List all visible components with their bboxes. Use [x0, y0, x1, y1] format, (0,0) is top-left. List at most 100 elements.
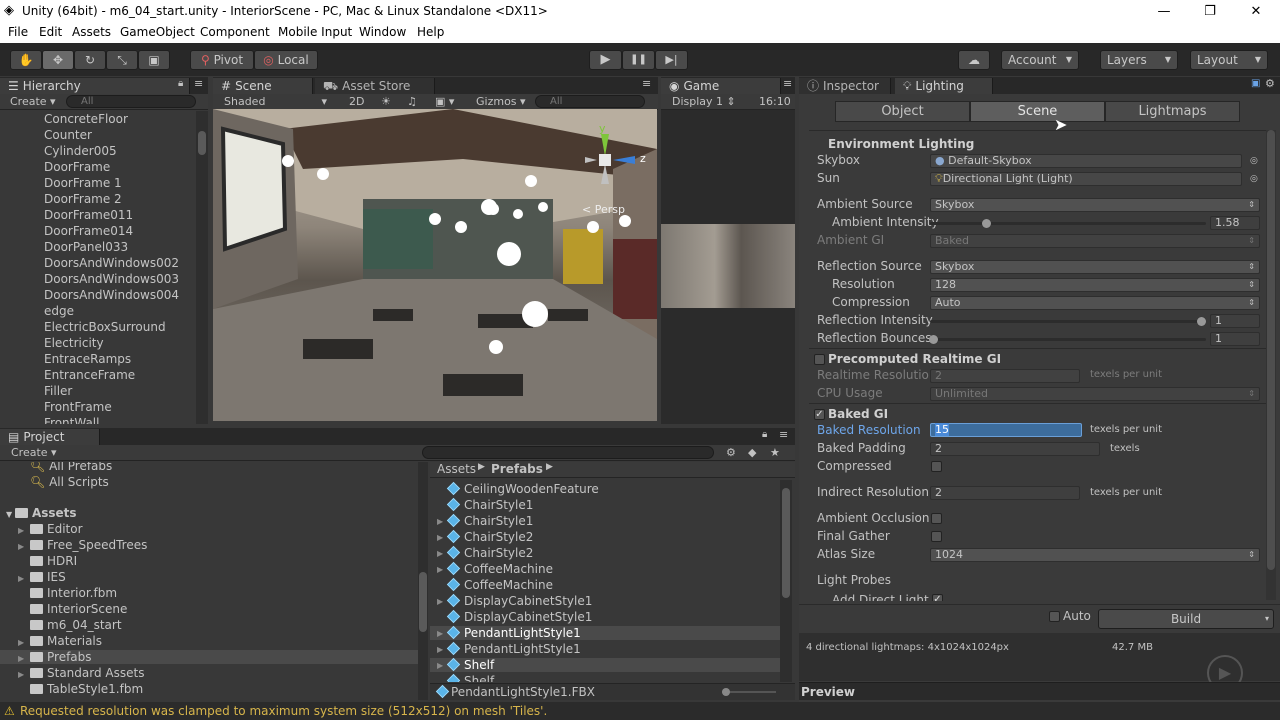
tree-item[interactable]: HDRI [18, 554, 77, 568]
tab-inspector[interactable]: ⓘ Inspector [799, 78, 891, 94]
menu-mobile-input[interactable]: Mobile Input [278, 25, 352, 39]
tab-hierarchy[interactable]: ☰ Hierarchy [0, 78, 190, 94]
menu-assets[interactable]: Assets [72, 25, 111, 39]
file-item[interactable]: ▶ PendantLightStyle1 [430, 625, 780, 640]
baked-gi-checkbox[interactable]: ✓ [814, 409, 825, 420]
collapsed-arrow-icon[interactable]: ▶ [437, 645, 443, 654]
collapsed-arrow-icon[interactable]: ▶ [437, 629, 443, 638]
baked-padding-input[interactable]: 2 [930, 442, 1100, 456]
sun-field[interactable]: 💡︎Directional Light (Light) [930, 172, 1242, 186]
tree-assets-root[interactable]: ▼ Assets [6, 506, 77, 520]
hierarchy-item[interactable]: FrontWall [44, 416, 99, 424]
hierarchy-item[interactable]: ElectricBoxSurround [44, 320, 166, 334]
hierarchy-item[interactable]: DoorsAndWindows002 [44, 256, 179, 270]
book-icon[interactable]: ▣ [1251, 78, 1260, 89]
skybox-field[interactable]: ● Default-Skybox [930, 154, 1242, 168]
ambient-source-dropdown[interactable]: Skybox ⇕ [930, 198, 1260, 212]
reflection-bounces-thumb[interactable] [929, 335, 938, 344]
menu-component[interactable]: Component [200, 25, 270, 39]
settings-gear-icon[interactable]: ⚙ [1265, 77, 1275, 90]
close-button[interactable]: ✕ [1233, 0, 1279, 23]
object-picker-icon[interactable]: ◎ [1250, 156, 1258, 166]
hierarchy-item[interactable]: DoorPanel033 [44, 240, 128, 254]
layout-dropdown[interactable]: Layout ▼ [1190, 50, 1268, 70]
lock-icon[interactable]: 🔒︎ [178, 78, 183, 89]
ambient-intensity-input[interactable]: 1.58 [1210, 216, 1260, 230]
reflection-bounces-slider[interactable] [930, 338, 1206, 341]
tab-asset-store[interactable]: ⛟ Asset Store [315, 78, 435, 94]
scrollbar-thumb[interactable] [198, 131, 206, 155]
tree-item[interactable]: TableStyle1.fbm [18, 682, 143, 696]
collapsed-arrow-icon[interactable]: ▶ [437, 597, 443, 606]
seg-scene-button[interactable]: Scene [970, 101, 1105, 122]
local-toggle[interactable]: ◎ Local [254, 50, 318, 70]
file-item[interactable]: DisplayCabinetStyle1 [430, 609, 780, 624]
filter-label-icon[interactable]: ◆ [748, 446, 756, 459]
rotate-tool-button[interactable]: ↻ [74, 50, 106, 70]
project-search-input[interactable] [422, 446, 714, 459]
icon-size-slider-thumb[interactable] [722, 688, 730, 696]
scrollbar-thumb[interactable] [782, 488, 790, 598]
audio-toggle[interactable]: ♫ [407, 95, 417, 108]
hierarchy-item[interactable]: EntranceFrame [44, 368, 135, 382]
scene-viewport[interactable]: y z < Persp [213, 109, 657, 421]
effects-dropdown[interactable]: ▣ ▾ [435, 95, 454, 108]
step-button[interactable]: ▶| [655, 50, 688, 70]
tree-item[interactable]: m6_04_start [18, 618, 122, 632]
compressed-checkbox[interactable] [931, 461, 942, 472]
build-button[interactable]: Build ▾ [1098, 609, 1274, 629]
breadcrumb-assets[interactable]: Assets [437, 462, 476, 476]
move-tool-button[interactable]: ✥ [42, 50, 74, 70]
seg-object-button[interactable]: Object [835, 101, 970, 122]
file-item[interactable]: ▶ PendantLightStyle1 [430, 641, 780, 656]
hierarchy-item[interactable]: ConcreteFloor [44, 112, 128, 126]
final-gather-checkbox[interactable] [931, 531, 942, 542]
cloud-button[interactable]: ☁ [958, 50, 990, 70]
file-item[interactable]: ▶ ChairStyle2 [430, 545, 780, 560]
precomputed-gi-checkbox[interactable] [814, 354, 825, 365]
filter-type-icon[interactable]: ⚙ [726, 446, 736, 459]
pivot-toggle[interactable]: ⚲ Pivot [190, 50, 254, 70]
add-direct-light-checkbox[interactable]: ✓ [932, 594, 943, 601]
collapsed-arrow-icon[interactable]: ▶ [437, 517, 443, 526]
resolution-dropdown[interactable]: 128 ⇕ [930, 278, 1260, 292]
hierarchy-item[interactable]: DoorFrame [44, 160, 110, 174]
2d-toggle[interactable]: 2D [349, 95, 364, 108]
tree-item[interactable]: ▶ Prefabs [0, 650, 418, 664]
shading-mode-dropdown[interactable]: Shaded ▾ [224, 95, 327, 108]
lock-icon[interactable]: 🔒︎ [762, 429, 767, 440]
tree-item[interactable]: Interior.fbm [18, 586, 117, 600]
menu-file[interactable]: File [8, 25, 28, 39]
hierarchy-item[interactable]: DoorsAndWindows004 [44, 288, 179, 302]
collapsed-arrow-icon[interactable]: ▶ [437, 549, 443, 558]
tree-scrollbar[interactable] [418, 462, 428, 700]
ambient-occlusion-checkbox[interactable] [931, 513, 942, 524]
collapsed-arrow-icon[interactable]: ▶ [437, 565, 443, 574]
tab-game[interactable]: ◉ Game [661, 78, 781, 94]
reflection-intensity-input[interactable]: 1 [1210, 314, 1260, 328]
projection-label[interactable]: < Persp [582, 203, 625, 216]
project-create-dropdown[interactable]: Create ▾ [11, 446, 57, 459]
status-bar[interactable]: ⚠ Requested resolution was clamped to ma… [0, 702, 1280, 720]
file-item[interactable]: ▶ Shelf [430, 657, 780, 672]
icon-size-slider[interactable] [722, 691, 776, 693]
file-item[interactable]: Shelf [430, 673, 780, 682]
rect-tool-button[interactable]: ▣ [138, 50, 170, 70]
hierarchy-create-dropdown[interactable]: Create ▾ [10, 95, 56, 108]
file-list-scrollbar[interactable] [780, 480, 792, 682]
ambient-intensity-slider[interactable] [930, 222, 1206, 225]
hierarchy-item[interactable]: Cylinder005 [44, 144, 117, 158]
file-item[interactable]: CeilingWoodenFeature [430, 481, 780, 496]
hierarchy-item[interactable]: FrontFrame [44, 400, 112, 414]
menu-help[interactable]: Help [417, 25, 444, 39]
ambient-intensity-thumb[interactable] [982, 219, 991, 228]
hierarchy-item[interactable]: EntraceRamps [44, 352, 131, 366]
reflection-intensity-slider[interactable] [930, 320, 1206, 323]
hierarchy-item[interactable]: DoorFrame 1 [44, 176, 122, 190]
hierarchy-item[interactable]: Filler [44, 384, 72, 398]
hierarchy-item[interactable]: Electricity [44, 336, 104, 350]
file-item[interactable]: ▶ DisplayCabinetStyle1 [430, 593, 780, 608]
atlas-size-dropdown[interactable]: 1024 ⇕ [930, 548, 1260, 562]
tree-item[interactable]: ▶ IES [18, 570, 66, 584]
file-item[interactable]: ▶ ChairStyle2 [430, 529, 780, 544]
